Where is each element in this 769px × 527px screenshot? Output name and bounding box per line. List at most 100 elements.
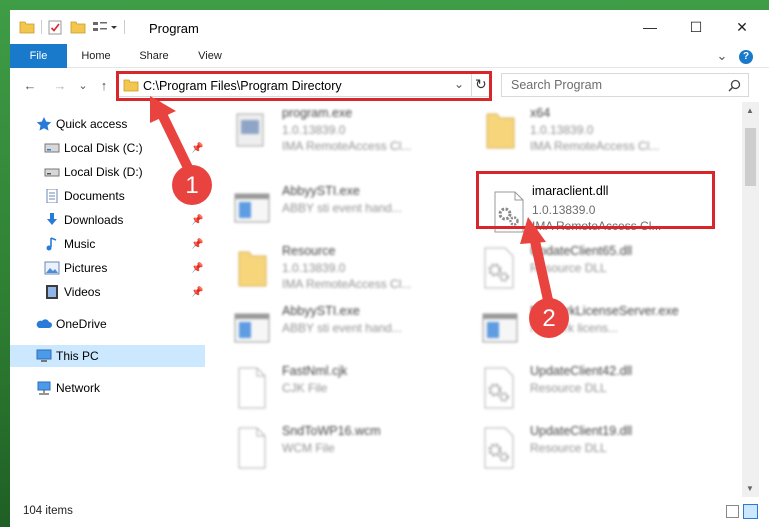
file-item[interactable]: UpdateClient42.dll Resource DLL	[457, 356, 697, 416]
file-detail: IMA RemoteAccess Cl...	[282, 277, 412, 291]
up-button[interactable]: ↑	[95, 76, 113, 94]
close-button[interactable]: ✕	[719, 10, 765, 44]
pin-icon: 📌	[191, 238, 204, 250]
tab-view[interactable]: View	[186, 44, 234, 68]
sidebar-item-quick-access[interactable]: Quick access	[10, 113, 205, 135]
this-pc-icon	[36, 349, 52, 362]
sidebar-item-music[interactable]: Music 📌	[10, 233, 205, 255]
toolbar-divider	[124, 20, 125, 34]
drive-icon	[44, 168, 60, 177]
network-icon	[37, 381, 51, 395]
file-name: NetworkLicenseServer.exe	[530, 304, 679, 318]
sidebar-item-onedrive[interactable]: OneDrive	[10, 313, 205, 335]
file-item[interactable]: AbbyySTI.exe ABBY sti event hand...	[209, 176, 449, 236]
maximize-button[interactable]: ☐	[673, 10, 719, 44]
pin-icon: 📌	[191, 262, 204, 274]
sidebar-item-label: Videos	[64, 285, 101, 299]
sidebar-item-label: Quick access	[56, 117, 128, 131]
folder-icon[interactable]	[19, 20, 35, 34]
tab-home[interactable]: Home	[72, 44, 120, 68]
file-detail: WCM File	[282, 441, 335, 455]
back-button[interactable]: ←	[21, 76, 39, 94]
scrollbar-thumb[interactable]	[745, 128, 756, 186]
dll-gear-icon	[484, 247, 514, 289]
file-item[interactable]: program.exe 1.0.13839.0 IMA RemoteAccess…	[209, 102, 449, 158]
sidebar-item-label: Network	[56, 381, 101, 395]
sidebar-item-videos[interactable]: Videos 📌	[10, 281, 205, 303]
help-icon: ?	[739, 50, 753, 64]
scroll-down-icon[interactable]: ▼	[746, 484, 754, 493]
sidebar-item-network[interactable]: Network	[10, 377, 205, 399]
tab-share[interactable]: Share	[130, 44, 178, 68]
file-name: x64	[530, 106, 551, 120]
sidebar-item-documents[interactable]: Documents 📌	[10, 185, 205, 207]
sidebar-item-this-pc[interactable]: This PC	[10, 345, 205, 367]
videos-icon	[46, 285, 58, 299]
sidebar-item-downloads[interactable]: Downloads 📌	[10, 209, 205, 231]
music-icon	[46, 237, 57, 251]
downloads-icon	[47, 213, 57, 225]
onedrive-icon	[36, 319, 52, 328]
quick-access-toolbar	[19, 18, 133, 36]
tab-file[interactable]: File	[10, 44, 67, 68]
app-window-icon	[234, 313, 270, 343]
details-view-icon[interactable]	[726, 505, 739, 518]
file-name: UpdateClient65.dll	[530, 244, 633, 258]
forward-button[interactable]: →	[51, 76, 69, 94]
file-item[interactable]: FastNml.cjk CJK File	[209, 356, 449, 416]
dll-gear-icon	[484, 367, 514, 409]
file-detail: ABBY sti event hand...	[282, 321, 402, 335]
blank-file-icon	[238, 427, 266, 469]
sidebar-item-pictures[interactable]: Pictures 📌	[10, 257, 205, 279]
search-icon[interactable]	[728, 79, 741, 92]
tiles-view-icon[interactable]	[743, 504, 758, 519]
file-detail: CJK File	[282, 381, 328, 395]
sidebar-item-label: OneDrive	[56, 317, 107, 331]
file-name: SndToWP16.wcm	[282, 424, 381, 438]
file-detail: 1.0.13839.0	[282, 261, 346, 275]
file-item[interactable]: Resource 1.0.13839.0 IMA RemoteAccess Cl…	[209, 236, 449, 296]
pin-icon: 📌	[191, 190, 204, 202]
pin-icon: 📌	[191, 214, 204, 226]
minimize-button[interactable]: —	[627, 10, 673, 44]
pin-icon: 📌	[191, 142, 204, 154]
app-window-icon	[482, 313, 518, 343]
address-highlight-box	[116, 71, 492, 101]
status-bar: 104 items	[10, 497, 769, 527]
properties-icon[interactable]	[48, 20, 62, 35]
file-item[interactable]: AbbyySTI.exe ABBY sti event hand...	[209, 296, 449, 356]
file-item[interactable]: UpdateClient19.dll Resource DLL	[457, 416, 697, 476]
vertical-scrollbar[interactable]: ▲ ▼	[742, 102, 759, 497]
file-item[interactable]: SndToWP16.wcm WCM File	[209, 416, 449, 476]
sidebar-item-local-disk-d[interactable]: Local Disk (D:)	[10, 161, 205, 183]
sidebar-item-local-disk-c[interactable]: Local Disk (C:) 📌	[10, 137, 205, 159]
file-name: AbbyySTI.exe	[282, 184, 360, 198]
file-detail: Resource DLL	[530, 261, 607, 275]
pictures-icon	[44, 261, 60, 275]
ribbon-expand-button[interactable]: ⌄	[713, 44, 731, 68]
dll-gear-icon	[484, 427, 514, 469]
search-input[interactable]	[511, 77, 721, 93]
file-name: FastNml.cjk	[282, 364, 348, 378]
file-detail: Network licens...	[530, 321, 619, 335]
file-highlight-box	[476, 171, 715, 229]
file-name: Resource	[282, 244, 336, 258]
new-folder-icon[interactable]	[70, 20, 86, 34]
search-box[interactable]	[501, 73, 749, 97]
scroll-up-icon[interactable]: ▲	[746, 106, 754, 115]
customize-toolbar-icon[interactable]	[92, 20, 118, 34]
help-button[interactable]: ?	[737, 44, 755, 68]
title-bar: Program — ☐ ✕	[10, 10, 769, 44]
recent-locations-button[interactable]: ⌄	[74, 76, 92, 94]
blank-file-icon	[238, 367, 266, 409]
sidebar-item-label: Downloads	[64, 213, 124, 227]
file-detail: IMA RemoteAccess Cl...	[282, 139, 412, 153]
file-name: program.exe	[282, 106, 353, 120]
file-item[interactable]: x64 1.0.13839.0 IMA RemoteAccess Cl...	[457, 102, 697, 158]
app-window-icon	[234, 193, 270, 223]
drive-icon	[44, 143, 60, 153]
file-item[interactable]: UpdateClient65.dll Resource DLL	[457, 236, 697, 296]
file-item[interactable]: NetworkLicenseServer.exe Network licens.…	[457, 296, 697, 356]
toolbar-divider	[41, 20, 42, 34]
folder-icon	[238, 251, 267, 287]
